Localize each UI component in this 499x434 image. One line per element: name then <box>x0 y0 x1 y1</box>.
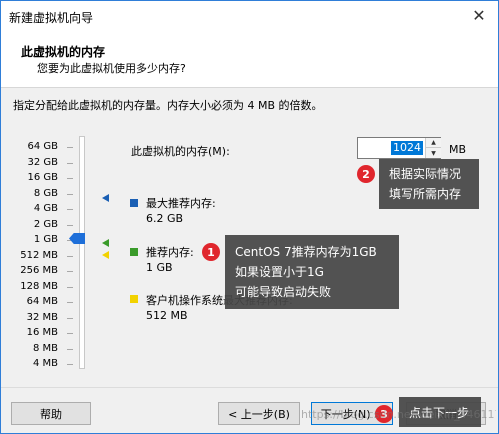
back-button[interactable]: < 上一步(B) <box>218 402 300 425</box>
scale-label: 512 MB <box>20 249 58 261</box>
annotation-badge-1: 1 <box>202 243 220 261</box>
help-button[interactable]: 帮助 <box>11 402 91 425</box>
scale-label: 8 GB <box>33 187 58 199</box>
scale-tick <box>67 147 73 148</box>
recommended-swatch <box>130 248 138 256</box>
scale-label: 2 GB <box>33 218 58 230</box>
scale-label: 4 GB <box>33 203 58 214</box>
os-max-recommended-value: 512 MB <box>146 309 188 322</box>
new-vm-wizard-window: 新建虚拟机向导 ✕ 此虚拟机的内存 您要为此虚拟机使用多少内存? 指定分配给此虚… <box>0 0 499 434</box>
annotation-tooltip-2: 根据实际情况 填写所需内存 <box>379 159 479 209</box>
scale-tick <box>67 193 73 195</box>
wizard-header: 此虚拟机的内存 您要为此虚拟机使用多少内存? <box>1 30 498 88</box>
annotation-tooltip-1: CentOS 7推荐内存为1GB 如果设置小于1G 可能导致启动失败 <box>225 235 399 309</box>
annotation-1-line: 可能导致启动失败 <box>235 285 332 299</box>
scale-label: 32 MB <box>26 311 58 323</box>
scale-tick <box>67 271 73 272</box>
max-recommended-swatch <box>130 199 138 207</box>
window-title: 新建虚拟机向导 <box>9 11 94 25</box>
annotation-1-line: CentOS 7推荐内存为1GB <box>235 245 377 259</box>
max-recommended-value: 6.2 GB <box>146 212 184 225</box>
max-recommended-marker <box>102 194 109 202</box>
watermark: https://blog.csdn.net/weixin_4461171 <box>301 408 496 421</box>
memory-spin-buttons: ▲ ▼ <box>425 138 441 158</box>
recommended-label: 推荐内存: <box>146 246 194 259</box>
memory-description: 指定分配给此虚拟机的内存量。内存大小必须为 4 MB 的倍数。 <box>13 99 323 112</box>
annotation-2-line: 根据实际情况 <box>389 167 462 181</box>
spin-down-icon[interactable]: ▼ <box>426 148 441 158</box>
page-subtitle: 您要为此虚拟机使用多少内存? <box>37 62 186 75</box>
spin-up-icon[interactable]: ▲ <box>426 138 441 148</box>
scale-tick <box>67 162 73 164</box>
scale-label: 1 GB <box>33 234 58 245</box>
memory-label: 此虚拟机的内存(M): <box>131 145 230 158</box>
scale-label: 64 GB <box>27 141 58 152</box>
annotation-badge-2: 2 <box>357 165 375 183</box>
scale-tick <box>67 302 73 303</box>
scale-label: 256 MB <box>20 265 58 276</box>
max-recommended-label: 最大推荐内存: <box>146 197 216 210</box>
scale-label: 16 GB <box>27 172 58 183</box>
title-bar: 新建虚拟机向导 ✕ <box>1 1 498 30</box>
scale-tick <box>67 255 73 257</box>
memory-scale-labels: 64 GB 32 GB 16 GB 8 GB 4 GB 2 GB 1 GB 512 MB 256… <box>1 141 61 371</box>
annotation-1-text: CentOS 7推荐内存为1GB 如果设置小于1G 可能导致启动失败 <box>235 242 377 302</box>
footer-divider <box>1 387 498 388</box>
recommended-marker <box>102 239 109 247</box>
scale-tick <box>67 178 73 179</box>
memory-unit: MB <box>449 143 467 156</box>
scale-tick <box>67 364 73 365</box>
memory-value[interactable]: 1024 <box>391 141 423 155</box>
scale-label: 16 MB <box>26 327 58 338</box>
memory-spinbox[interactable]: 1024 ▲ ▼ <box>357 137 441 159</box>
scale-tick <box>67 209 73 210</box>
scale-label: 8 MB <box>32 342 58 354</box>
scale-tick <box>67 224 73 226</box>
os-max-recommended-marker <box>102 251 109 259</box>
scale-label: 64 MB <box>26 296 58 307</box>
recommended-value: 1 GB <box>146 261 173 274</box>
scale-tick <box>67 333 73 334</box>
scale-tick <box>67 286 73 288</box>
annotation-2-text: 根据实际情况 填写所需内存 <box>389 164 461 204</box>
close-icon[interactable]: ✕ <box>460 1 498 30</box>
scale-label: 4 MB <box>32 358 58 369</box>
scale-label: 128 MB <box>20 280 58 292</box>
scale-tick <box>67 317 73 319</box>
page-title: 此虚拟机的内存 <box>21 45 106 59</box>
annotation-1-line: 如果设置小于1G <box>235 265 324 279</box>
memory-scale-ticks <box>67 141 77 371</box>
scale-label: 32 GB <box>27 156 58 168</box>
scale-tick <box>67 348 73 350</box>
annotation-2-line: 填写所需内存 <box>389 187 462 201</box>
os-max-recommended-swatch <box>130 295 138 303</box>
memory-slider-track[interactable] <box>79 136 85 369</box>
